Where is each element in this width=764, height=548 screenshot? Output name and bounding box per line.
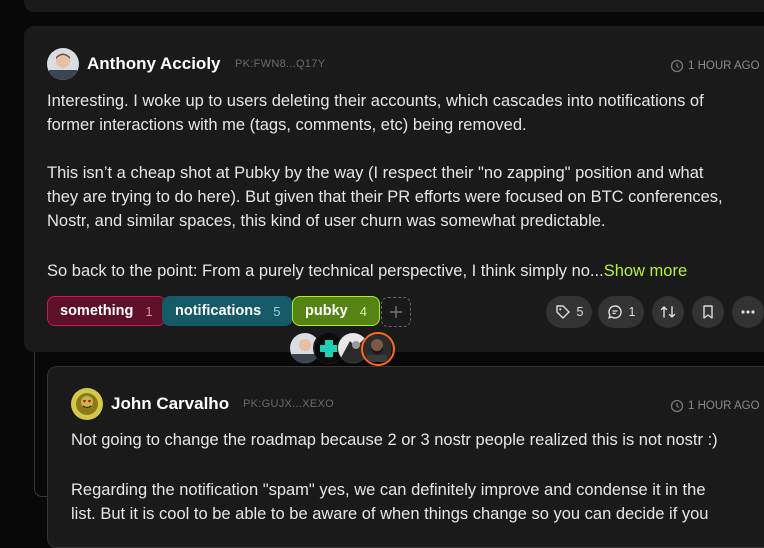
more-icon: [741, 310, 755, 314]
post-line: So back to the point: From a purely tech…: [47, 262, 604, 280]
post-line: Interesting. I woke up to users deleting…: [47, 92, 704, 110]
post-timestamp: 1 HOUR AGO: [670, 59, 760, 73]
author-avatar[interactable]: [47, 48, 79, 80]
plus-icon: [390, 306, 402, 318]
bookmark-button[interactable]: [692, 296, 724, 328]
clock-icon: [670, 399, 684, 413]
tag-pubky[interactable]: pubky 4: [292, 296, 380, 326]
tagger-avatar[interactable]: [361, 332, 395, 366]
bookmark-icon: [703, 305, 713, 319]
repost-icon: [660, 306, 676, 318]
tag-count: 1: [145, 303, 153, 319]
previous-post-card: [24, 0, 764, 12]
replies-count: 1: [628, 305, 636, 319]
reply-line: Regarding the notification "spam" yes, w…: [71, 481, 706, 499]
tag-something[interactable]: something 1: [47, 296, 166, 326]
post-line: former interactions with me (tags, comme…: [47, 116, 527, 134]
reply-author-name[interactable]: John Carvalho: [111, 394, 229, 414]
comment-icon: [607, 305, 622, 319]
reply-action-button[interactable]: 1: [598, 296, 644, 328]
tags-count: 5: [576, 305, 584, 319]
tag-count: 5: [273, 303, 281, 319]
post-last-line: So back to the point: From a purely tech…: [47, 259, 687, 283]
tags-action-button[interactable]: 5: [546, 296, 592, 328]
tag-notifications[interactable]: notifications 5: [162, 296, 294, 326]
reply-timestamp: 1 HOUR AGO: [670, 399, 760, 413]
post-card[interactable]: Anthony Accioly PK:FWN8...Q17Y 1 HOUR AG…: [24, 26, 764, 366]
tag-label: notifications: [175, 303, 262, 319]
author-name[interactable]: Anthony Accioly: [87, 54, 221, 74]
reply-card[interactable]: John Carvalho PK:GUJX...XEXO 1 HOUR AGO …: [47, 366, 764, 548]
tag-label: something: [60, 303, 134, 319]
author-pubkey[interactable]: PK:FWN8...Q17Y: [235, 58, 325, 70]
tag-label: pubky: [305, 303, 348, 319]
show-more-link[interactable]: Show more: [604, 262, 687, 280]
tagger-avatars[interactable]: [289, 332, 399, 366]
more-options-button[interactable]: [732, 296, 764, 328]
tag-icon: [555, 305, 570, 319]
post-line: Nostr, and similar spaces, this kind of …: [47, 212, 606, 230]
post-time-text: 1 HOUR AGO: [688, 60, 760, 72]
add-tag-button[interactable]: [381, 297, 411, 327]
reply-line: Not going to change the roadmap because …: [71, 431, 718, 449]
clock-icon: [670, 59, 684, 73]
tag-count: 4: [359, 303, 367, 319]
reply-line: list. But it is cool to be able to be aw…: [71, 505, 709, 523]
reply-author-avatar[interactable]: [71, 388, 103, 420]
post-line: they are trying to do here). But given t…: [47, 188, 723, 206]
repost-button[interactable]: [652, 296, 684, 328]
reply-time-text: 1 HOUR AGO: [688, 400, 760, 412]
reply-author-pubkey[interactable]: PK:GUJX...XEXO: [243, 398, 334, 410]
post-line: This isn’t a cheap shot at Pubky by the …: [47, 164, 704, 182]
